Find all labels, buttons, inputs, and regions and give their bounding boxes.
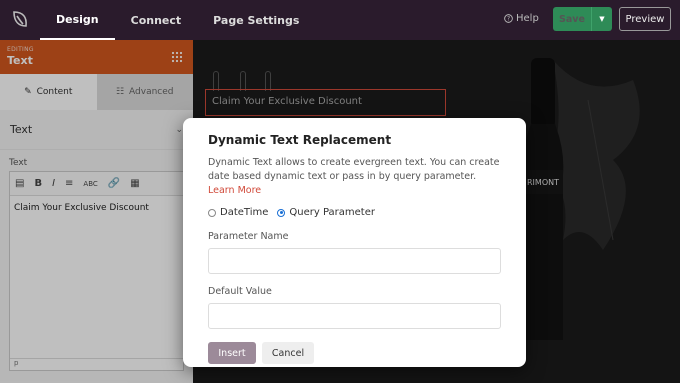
parameter-name-label: Parameter Name <box>208 231 289 242</box>
save-dropdown-chevron-icon[interactable]: ▼ <box>591 7 612 31</box>
radio-datetime-label[interactable]: DateTime <box>220 207 268 218</box>
modal-title: Dynamic Text Replacement <box>208 133 392 147</box>
help-label: Help <box>516 13 539 24</box>
save-button[interactable]: Save ▼ <box>553 7 612 31</box>
description-text: Dynamic Text allows to create evergreen … <box>208 157 500 182</box>
parameter-name-input[interactable] <box>208 248 501 274</box>
top-bar: Design Connect Page Settings ? Help Save… <box>0 0 680 40</box>
default-value-input[interactable] <box>208 303 501 329</box>
save-label: Save <box>559 13 585 25</box>
svg-text:?: ? <box>507 17 510 23</box>
cancel-button[interactable]: Cancel <box>262 342 314 364</box>
default-value-label: Default Value <box>208 286 272 297</box>
radio-query-label[interactable]: Query Parameter <box>289 207 375 218</box>
preview-button[interactable]: Preview <box>619 7 671 31</box>
dynamic-text-modal: Dynamic Text Replacement Dynamic Text al… <box>183 118 526 367</box>
seedprod-logo-icon[interactable] <box>0 0 40 40</box>
radio-datetime[interactable] <box>208 208 216 217</box>
insert-button[interactable]: Insert <box>208 342 256 364</box>
tab-connect[interactable]: Connect <box>115 0 198 40</box>
help-icon: ? <box>504 14 513 23</box>
learn-more-link[interactable]: Learn More <box>208 185 261 196</box>
modal-actions: Insert Cancel <box>208 342 501 364</box>
mode-radio-group: DateTime Query Parameter <box>208 207 501 218</box>
modal-description: Dynamic Text allows to create evergreen … <box>208 156 501 198</box>
tab-design[interactable]: Design <box>40 0 115 40</box>
radio-query-parameter[interactable] <box>277 208 286 217</box>
tab-page-settings[interactable]: Page Settings <box>197 0 315 40</box>
help-link[interactable]: ? Help <box>504 13 539 24</box>
